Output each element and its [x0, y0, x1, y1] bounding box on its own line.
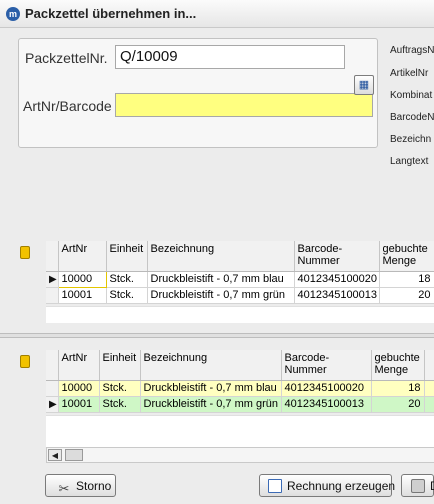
packzettel-field[interactable]: Q/10009	[115, 45, 345, 69]
cell-barcode[interactable]: 4012345100013	[281, 396, 372, 413]
side-label-auftragsnr: AuftragsN	[390, 45, 434, 56]
cell-bezeichnung[interactable]: Druckbleistift - 0,7 mm grün	[140, 396, 282, 413]
col-header-einheit[interactable]: Einheit	[106, 241, 148, 272]
col-header-menge[interactable]: gebuchte Menge	[379, 241, 434, 272]
bottom-grid-table: ArtNr Einheit Bezeichnung Barcode- Numme…	[46, 350, 434, 413]
scroll-left-icon[interactable]: ◀	[48, 449, 62, 461]
folder-icon[interactable]	[20, 246, 30, 259]
col-header-menge[interactable]: gebuchte Menge	[371, 350, 425, 381]
col-header-bezeichnung[interactable]: Bezeichnung	[140, 350, 282, 381]
table-row[interactable]: ▶ 10000 Stck. Druckbleistift - 0,7 mm bl…	[46, 270, 434, 288]
col-header-bezeichnung[interactable]: Bezeichnung	[147, 241, 295, 272]
row-pointer-icon: ▶	[46, 396, 59, 413]
cell-barcode[interactable]: 4012345100020	[294, 271, 380, 288]
cell-filler	[424, 380, 434, 397]
row-selector	[46, 380, 59, 397]
input-group: PackzettelNr. Q/10009 ArtNr/Barcode	[18, 38, 378, 148]
printer-icon	[411, 479, 425, 493]
table-row[interactable]: 10000 Stck. Druckbleistift - 0,7 mm blau…	[46, 380, 434, 397]
col-header-filler	[424, 350, 434, 381]
lookup-icon[interactable]: ▦	[354, 75, 374, 95]
row-pointer-icon: ▶	[46, 271, 59, 288]
bottom-grid-empty-area	[46, 415, 434, 447]
artnr-barcode-input[interactable]	[115, 93, 373, 117]
side-label-kombination: Kombinat	[390, 90, 433, 101]
scroll-thumb[interactable]	[65, 449, 83, 461]
cell-artnr[interactable]: 10001	[58, 396, 100, 413]
cell-einheit[interactable]: Stck.	[99, 396, 141, 413]
cell-barcode[interactable]: 4012345100013	[294, 287, 380, 304]
rechnung-erzeugen-button[interactable]: Rechnung erzeugen	[259, 474, 396, 497]
row-header-corner	[46, 241, 59, 272]
side-label-bezeichnung: Bezeichn	[390, 134, 432, 145]
horizontal-scrollbar[interactable]: ◀	[46, 447, 434, 463]
cell-menge[interactable]: 18	[379, 271, 434, 288]
storno-button[interactable]: ✂ Storno	[45, 474, 116, 497]
cell-einheit[interactable]: Stck.	[106, 271, 148, 288]
col-header-barcode[interactable]: Barcode- Nummer	[281, 350, 372, 381]
storno-label: Storno	[76, 479, 112, 493]
row-header-corner	[46, 350, 59, 381]
window-title: Packzettel übernehmen in...	[25, 6, 197, 21]
packzettel-label: PackzettelNr.	[25, 50, 108, 66]
cell-filler	[424, 396, 434, 413]
top-grid-empty-area	[46, 306, 434, 323]
app-icon: m	[6, 7, 20, 21]
cell-menge[interactable]: 20	[371, 396, 425, 413]
cell-einheit[interactable]: Stck.	[99, 380, 141, 397]
col-header-artnr[interactable]: ArtNr	[58, 241, 107, 272]
cell-barcode[interactable]: 4012345100020	[281, 380, 372, 397]
cell-artnr[interactable]: 10000	[58, 380, 100, 397]
bottom-grid-panel: ArtNr Einheit Bezeichnung Barcode- Numme…	[0, 338, 434, 464]
side-label-barcodenr: BarcodeN	[390, 112, 434, 123]
top-grid-panel: ArtNr Einheit Bezeichnung Barcode- Numme…	[0, 233, 434, 333]
scissors-icon: ✂	[58, 481, 70, 496]
side-label-langtext: Langtext	[390, 156, 429, 167]
cell-bezeichnung[interactable]: Druckbleistift - 0,7 mm blau	[140, 380, 282, 397]
footer-bar: ✂ Storno Rechnung erzeugen D	[0, 464, 434, 504]
col-header-einheit[interactable]: Einheit	[99, 350, 141, 381]
document-icon	[268, 479, 282, 493]
bottom-grid-header-row: ArtNr Einheit Bezeichnung Barcode- Numme…	[46, 350, 434, 381]
col-header-artnr[interactable]: ArtNr	[58, 350, 100, 381]
print-button[interactable]: D	[401, 474, 434, 497]
cell-einheit[interactable]: Stck.	[106, 287, 148, 304]
table-row[interactable]: ▶ 10001 Stck. Druckbleistift - 0,7 mm gr…	[46, 396, 434, 413]
table-row[interactable]: 10001 Stck. Druckbleistift - 0,7 mm grün…	[46, 287, 434, 304]
title-bar: m Packzettel übernehmen in...	[0, 0, 434, 28]
col-header-barcode[interactable]: Barcode- Nummer	[294, 241, 380, 272]
cell-bezeichnung[interactable]: Druckbleistift - 0,7 mm grün	[147, 287, 295, 304]
cell-artnr[interactable]: 10000	[57, 270, 107, 288]
folder-icon[interactable]	[20, 355, 30, 368]
rechnung-label: Rechnung erzeugen	[287, 479, 396, 493]
cell-menge[interactable]: 20	[379, 287, 434, 304]
cell-menge[interactable]: 18	[371, 380, 425, 397]
print-label: D	[430, 479, 434, 493]
top-grid-header-row: ArtNr Einheit Bezeichnung Barcode- Numme…	[46, 241, 434, 272]
header-panel: PackzettelNr. Q/10009 ArtNr/Barcode ▦ Au…	[0, 28, 434, 233]
cell-bezeichnung[interactable]: Druckbleistift - 0,7 mm blau	[147, 271, 295, 288]
side-label-artikelnr: ArtikelNr	[390, 68, 429, 79]
artnr-barcode-label: ArtNr/Barcode	[23, 98, 112, 114]
top-grid-table: ArtNr Einheit Bezeichnung Barcode- Numme…	[46, 241, 434, 304]
cell-artnr[interactable]: 10001	[58, 287, 107, 304]
row-selector	[46, 287, 59, 304]
